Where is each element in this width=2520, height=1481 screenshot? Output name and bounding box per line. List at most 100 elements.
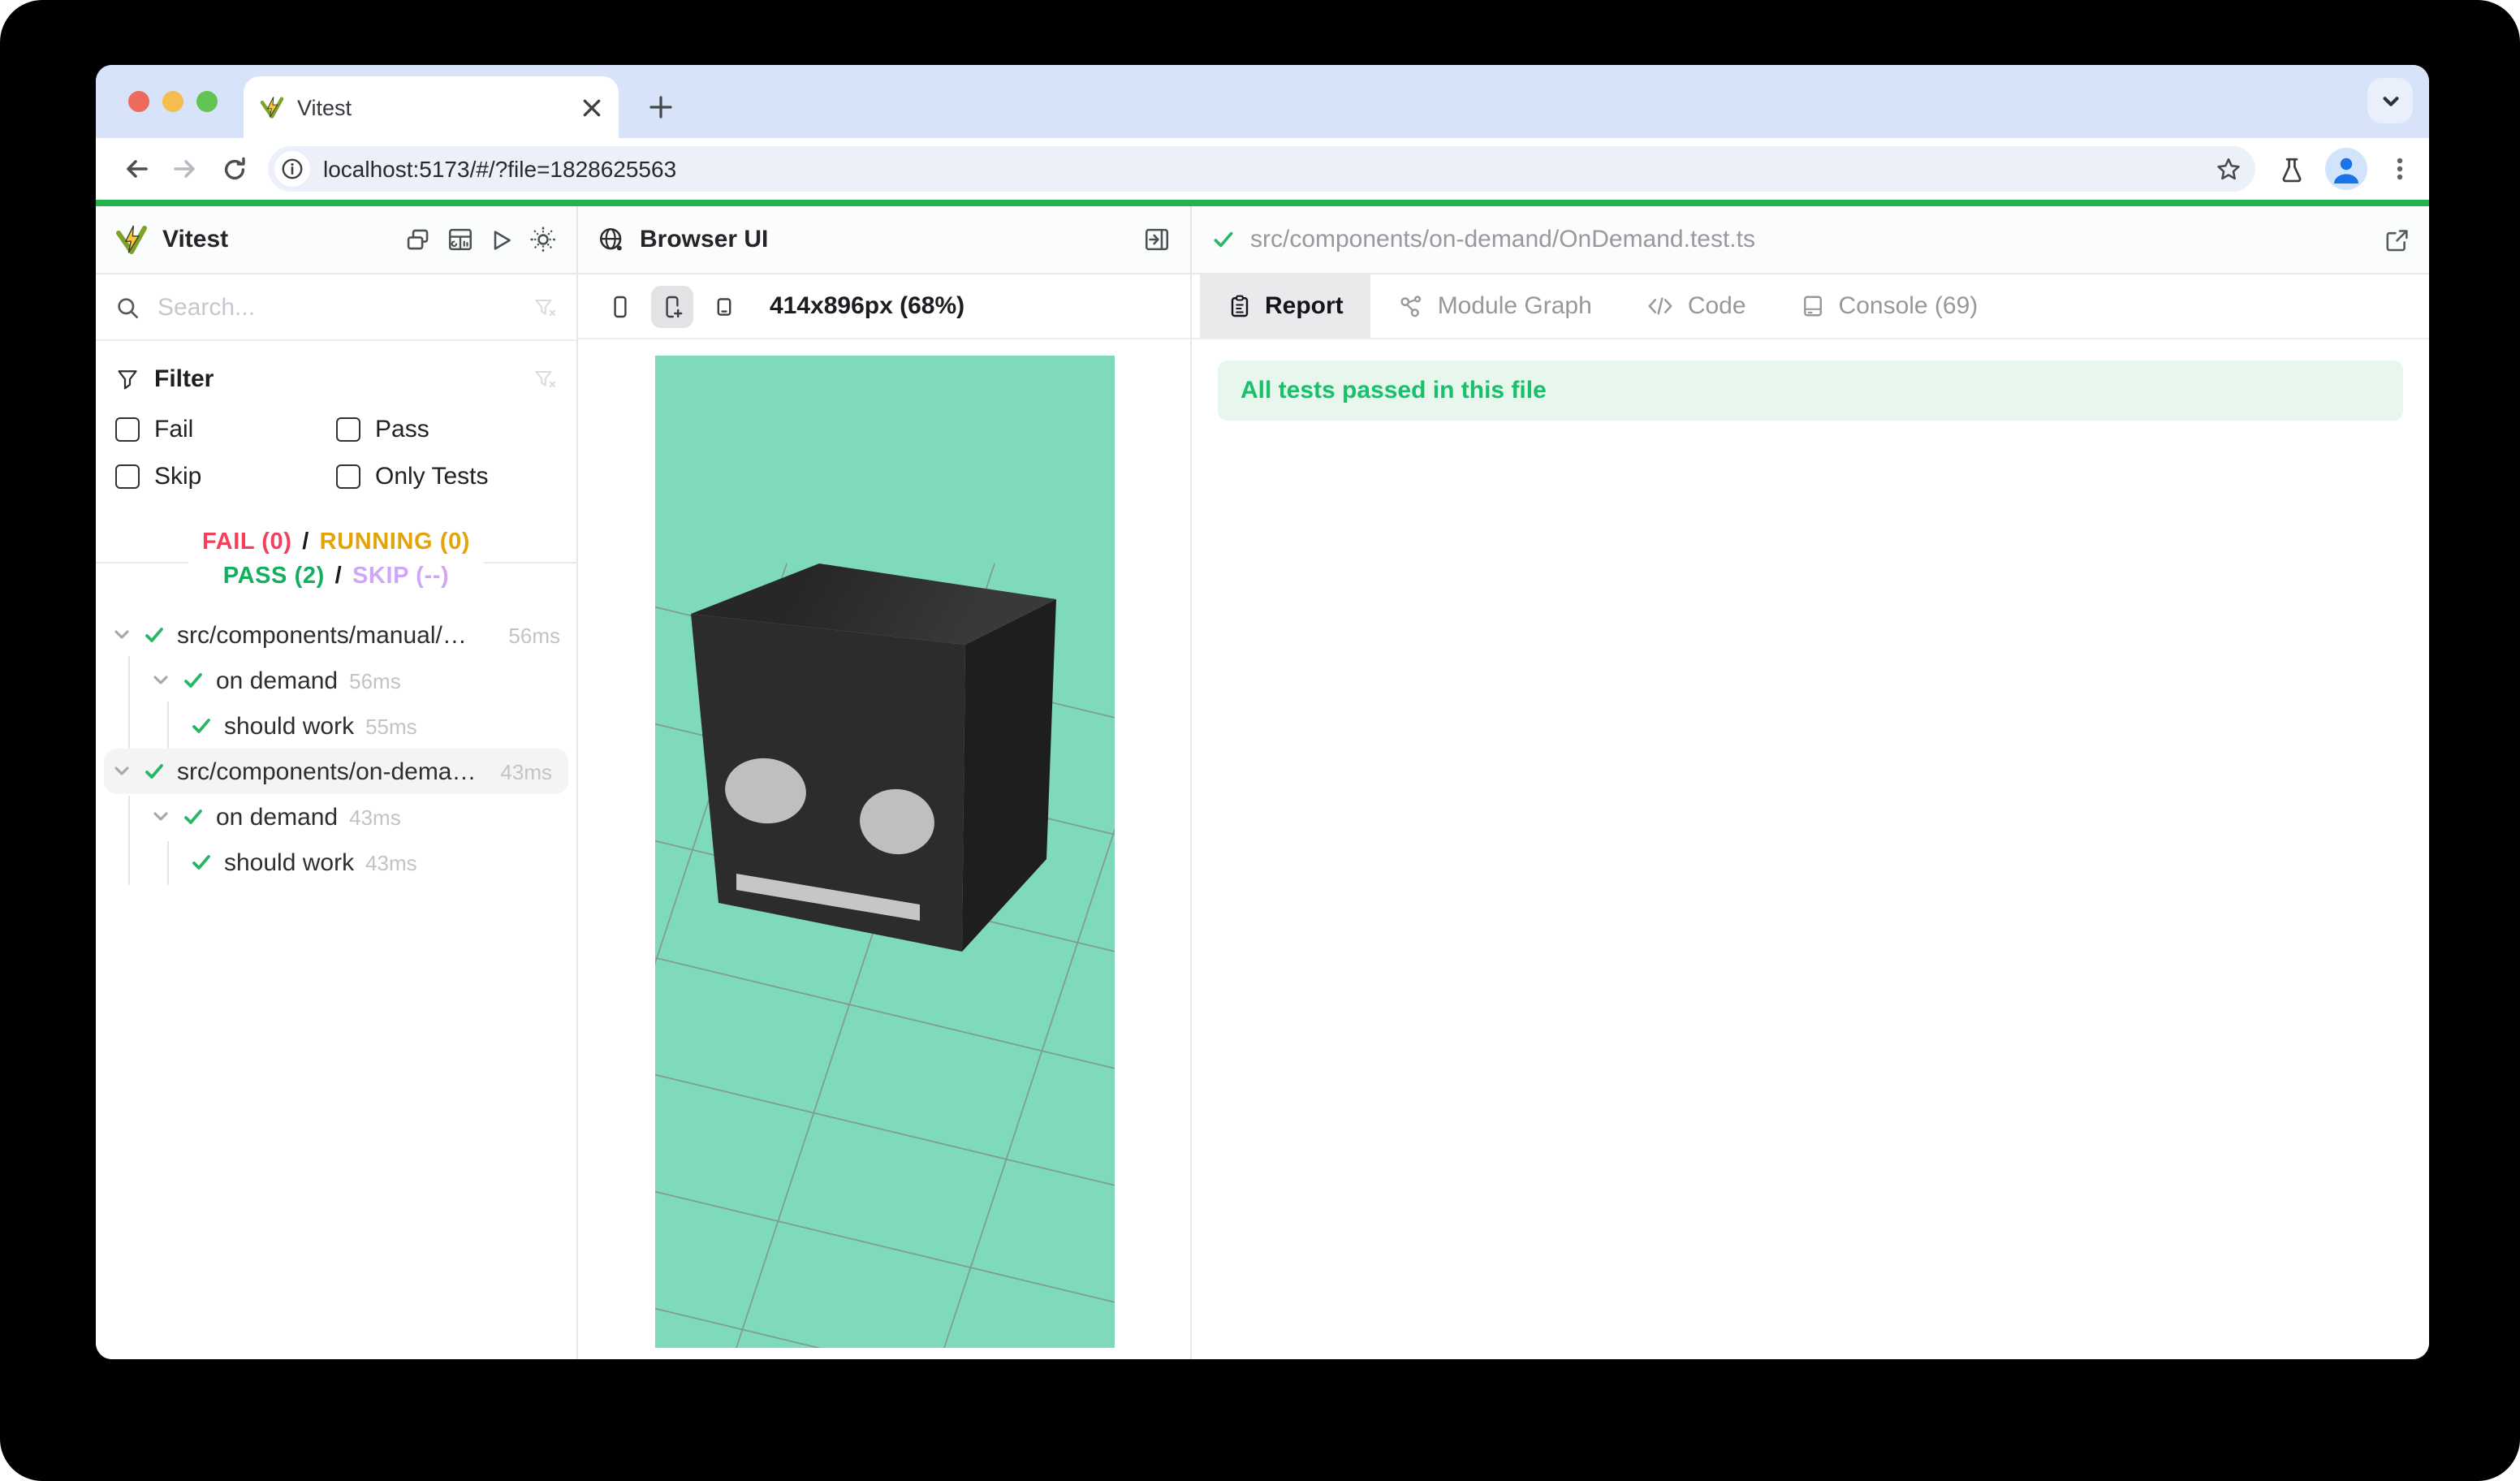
test-duration: 56ms [508,623,560,647]
chevron-down-icon[interactable] [151,671,170,690]
run-all-play-icon[interactable] [489,227,515,253]
profile-avatar[interactable] [2325,148,2367,190]
test-suite-label: on demand [216,667,338,694]
url-text[interactable]: localhost:5173/#/?file=1828625563 [323,156,2215,182]
checkbox[interactable] [115,417,140,442]
bookmark-star-icon[interactable] [2215,155,2242,183]
dashboard-layout-icon[interactable] [447,226,474,253]
search-icon [115,295,140,319]
skip-count: SKIP (--) [352,563,449,589]
test-duration: 56ms [349,668,401,693]
test-case-label: should work [224,848,354,876]
windows-restore-icon[interactable] [404,226,432,253]
robot-head-scene [654,356,1114,1348]
minimize-window-button[interactable] [162,91,183,112]
report-header: src/components/on-demand/OnDemand.test.t… [1192,206,2429,274]
test-duration: 43ms [365,850,417,874]
tab-strip: Vitest [96,65,2429,138]
back-button[interactable] [112,145,161,193]
test-tree: src/components/manual/… 56ms on demand 5… [96,612,576,1359]
checkbox[interactable] [336,464,360,489]
chevron-down-icon[interactable] [151,807,170,827]
tab-close-icon[interactable] [581,97,602,118]
reload-button[interactable] [209,145,258,193]
filter-checkbox-only-tests[interactable]: Only Tests [336,453,557,500]
filter-checkbox-skip[interactable]: Skip [115,453,336,500]
tree-test-item[interactable]: should work 55ms [96,703,576,749]
browser-ui-header: Browser UI [578,206,1190,274]
report-tab-bar: Report Module Graph Code [1192,274,2429,339]
current-file-path: src/components/on-demand/OnDemand.test.t… [1250,226,1755,253]
window-controls[interactable] [128,91,218,112]
filter-section: Filter Fail Pass Skip Only Tests [96,341,576,503]
vitest-accent-bar [96,200,2429,206]
maximize-window-button[interactable] [196,91,218,112]
clear-filter-icon[interactable] [533,366,557,391]
pass-check-icon [182,669,205,692]
search-input[interactable] [154,291,518,322]
robot-head-cube [690,563,1055,952]
test-iframe-3d-scene[interactable] [654,356,1114,1348]
test-file-label: src/components/on-dema… [177,758,489,785]
filter-checkbox-fail[interactable]: Fail [115,406,336,453]
browser-ui-panel: Browser UI 414x896px (68%) [578,206,1192,1359]
experiments-flask-icon[interactable] [2278,155,2306,183]
tree-file-item[interactable]: src/components/manual/… 56ms [96,612,576,658]
menu-kebab-icon[interactable] [2387,156,2413,182]
browser-window: Vitest localhost:5173/#/?file=1828625563 [96,65,2429,1359]
tab-code[interactable]: Code [1620,274,1774,338]
forward-button[interactable] [161,145,209,193]
omnibox[interactable]: localhost:5173/#/?file=1828625563 [268,146,2255,192]
test-duration: 43ms [500,759,552,784]
dock-panel-right-icon[interactable] [1143,226,1171,253]
theme-sun-icon[interactable] [529,226,557,253]
tree-file-item-selected[interactable]: src/components/on-dema… 43ms [104,749,568,794]
test-duration: 55ms [365,714,417,738]
globe-icon [598,226,625,253]
sidebar-title: Vitest [162,226,228,253]
tab-title: Vitest [297,95,568,119]
pass-check-icon [1211,227,1236,252]
pass-count: PASS (2) [223,563,325,589]
device-phone-plus-icon[interactable] [651,285,693,327]
chevron-down-icon[interactable] [112,762,132,781]
tree-suite-item[interactable]: on demand 43ms [96,794,576,840]
tree-suite-item[interactable]: on demand 56ms [96,658,576,703]
status-line-1: FAIL (0) / RUNNING (0) [202,526,470,560]
tab-report[interactable]: Report [1200,274,1371,338]
report-clipboard-icon [1228,294,1252,318]
checkbox[interactable] [336,417,360,442]
test-explorer-sidebar: Vitest [96,206,578,1359]
tab-console[interactable]: Console (69) [1774,274,2006,338]
console-terminal-icon [1802,294,1826,318]
funnel-icon [115,366,140,391]
pass-check-icon [143,760,166,783]
checkbox[interactable] [115,464,140,489]
close-window-button[interactable] [128,91,149,112]
running-count: RUNNING (0) [320,529,470,555]
filter-checkbox-pass[interactable]: Pass [336,406,557,453]
clear-search-filter-icon[interactable] [533,295,557,319]
device-phone-icon[interactable] [599,285,641,327]
filter-title: Filter [154,365,518,392]
test-status-summary: FAIL (0) / RUNNING (0) PASS (2) / SKIP (… [96,526,576,598]
browser-tab[interactable]: Vitest [244,76,619,138]
tab-module-graph[interactable]: Module Graph [1371,274,1620,338]
test-suite-label: on demand [216,803,338,831]
viewport-size-label: 414x896px (68%) [770,292,964,320]
new-tab-button[interactable] [638,84,684,130]
module-graph-icon [1399,293,1425,319]
vitest-favicon-icon [260,95,284,119]
viewport-toolbar: 414x896px (68%) [578,274,1190,339]
open-external-icon[interactable] [2384,227,2410,253]
tab-search-chevron-button[interactable] [2367,78,2413,123]
status-line-2: PASS (2) / SKIP (--) [202,560,470,594]
device-tablet-icon[interactable] [703,285,745,327]
pass-check-icon [190,715,213,737]
browser-ui-title: Browser UI [640,226,768,253]
tree-test-item[interactable]: should work 43ms [96,840,576,885]
chevron-down-icon[interactable] [112,625,132,645]
browser-toolbar: localhost:5173/#/?file=1828625563 [96,138,2429,200]
test-case-label: should work [224,712,354,740]
site-info-icon[interactable] [274,151,310,187]
